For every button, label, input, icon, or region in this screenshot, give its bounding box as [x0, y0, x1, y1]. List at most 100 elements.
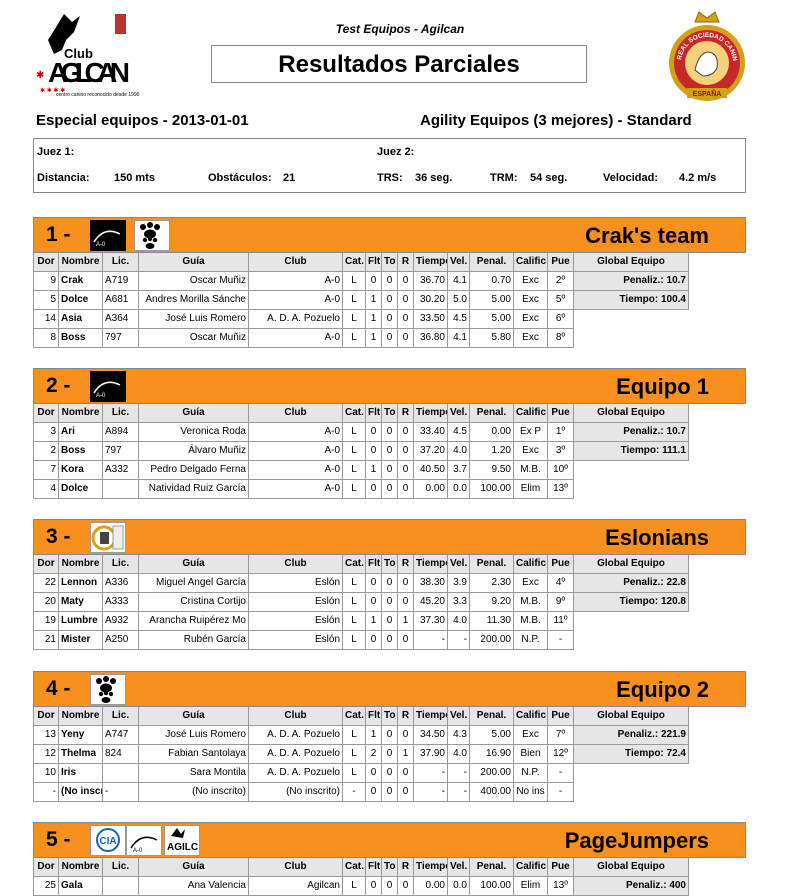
table-cell: 200.00	[469, 763, 514, 783]
column-header: Cat.	[342, 554, 366, 574]
table-row: 19 Lumbre A932 Arancha Ruipérez Mo Eslón L 1 0 1…	[33, 611, 746, 631]
column-header: Guía	[138, 252, 249, 272]
table-cell: Veronica Roda	[138, 422, 249, 442]
team-rank: 2 -	[46, 374, 71, 397]
table-cell: Elim	[513, 876, 548, 896]
column-header: Dor	[33, 857, 59, 877]
table-cell: 5.80	[469, 328, 514, 348]
table-cell: L	[342, 479, 366, 499]
global-penalty: Penaliz.: 10.7	[573, 271, 689, 291]
table-cell: 45.20	[413, 592, 448, 612]
distancia-value: 150 mts	[114, 172, 155, 184]
column-header: To	[381, 706, 398, 726]
column-header: Club	[248, 403, 343, 423]
table-cell: Exc	[513, 309, 548, 329]
team-header-bar: 5 - CIA A-0 AGILC PageJumpers	[33, 822, 746, 858]
table-cell: Lumbre	[58, 611, 103, 631]
table-cell: 4º	[547, 573, 574, 593]
column-header: Pue	[547, 706, 574, 726]
svg-text:✱: ✱	[36, 70, 44, 81]
global-time: Tiempo: 100.4	[573, 290, 689, 310]
column-header: Cat.	[342, 403, 366, 423]
team-name: Equipo 2	[616, 677, 709, 702]
juez2-label: Juez 2:	[377, 146, 415, 158]
table-row: 25 Gala Ana Valencia Agilcan L 0 0 0 0.00 0.0 100.…	[33, 876, 746, 896]
table-cell: 30.20	[413, 290, 448, 310]
table-cell: 0	[397, 725, 414, 745]
table-cell: 0	[397, 573, 414, 593]
column-header: Nombre	[58, 857, 103, 877]
team-header-bar: 2 - A-0 Equipo 1	[33, 368, 746, 404]
table-cell: A681	[102, 290, 139, 310]
table-cell: 400.00	[469, 782, 514, 802]
table-cell: 0	[381, 309, 398, 329]
empty-cell	[573, 763, 689, 783]
column-header: Vel.	[447, 706, 470, 726]
obstaculos-label: Obstáculos:	[208, 172, 272, 184]
column-header: Global Equipo	[573, 706, 689, 726]
table-cell: (No inscrito)	[248, 782, 343, 802]
table-cell: 3º	[547, 441, 574, 461]
table-cell: 0	[365, 479, 382, 499]
table-cell: Exc	[513, 441, 548, 461]
table-cell: 1	[365, 328, 382, 348]
table-cell: 3.9	[447, 573, 470, 593]
obstaculos-value: 21	[283, 172, 296, 184]
table-cell: (No inscrito)	[138, 782, 249, 802]
table-cell: 13º	[547, 479, 574, 499]
table-cell: Iris	[58, 763, 103, 783]
column-header: Global Equipo	[573, 252, 689, 272]
table-cell: A932	[102, 611, 139, 631]
table-cell: 1	[365, 611, 382, 631]
team-name: PageJumpers	[564, 828, 709, 853]
table-cell: 33.50	[413, 309, 448, 329]
table-cell: Pedro Delgado Ferna	[138, 460, 249, 480]
table-cell: 2º	[547, 271, 574, 291]
table-cell: A. D. A. Pozuelo	[248, 309, 343, 329]
table-cell: Gala	[58, 876, 103, 896]
table-cell: 11.30	[469, 611, 514, 631]
global-time: Tiempo: 120.8	[573, 592, 689, 612]
table-cell: 0	[397, 630, 414, 650]
table-cell: 5.00	[469, 309, 514, 329]
table-cell: 0	[381, 328, 398, 348]
column-header: Tiempo	[413, 706, 448, 726]
table-row: 4 Dolce Natividad Ruiz García A-0 L 0 0 0 0.00 0.…	[33, 479, 746, 499]
table-cell: 16.90	[469, 744, 514, 764]
table-cell: 2	[33, 441, 59, 461]
table-cell: 0	[397, 328, 414, 348]
table-row: 3 Ari A894 Veronica Roda A-0 L 0 0 0 33.40 4.5 0.00…	[33, 422, 746, 442]
team-section: 1 - A-0 Crak's team Dor Nombre Lic. Guía Club Ca…	[33, 217, 746, 348]
table-cell: Crak	[58, 271, 103, 291]
svg-text:A-0: A-0	[96, 393, 106, 399]
svg-text:CIA: CIA	[99, 836, 116, 847]
table-cell: -	[33, 782, 59, 802]
column-header: Penal.	[469, 252, 514, 272]
team-name: Equipo 1	[616, 374, 709, 399]
page-title: Resultados Parciales	[211, 45, 587, 83]
table-cell: 5.00	[469, 290, 514, 310]
table-cell: A-0	[248, 290, 343, 310]
column-header: Pue	[547, 554, 574, 574]
team-header-bar: 3 - Eslonians	[33, 519, 746, 555]
table-row: 14 Asia A364 José Luis Romero A. D. A. Pozue…	[33, 309, 746, 329]
table-cell: A-0	[248, 422, 343, 442]
table-cell	[102, 876, 139, 896]
table-cell: 8º	[547, 328, 574, 348]
table-cell: 0	[381, 441, 398, 461]
global-penalty: Penaliz.: 22.8	[573, 573, 689, 593]
team-name: Crak's team	[585, 223, 709, 248]
trm-value: 54 seg.	[530, 172, 568, 184]
round-heading: Agility Equipos (3 mejores) - Standard	[420, 112, 692, 129]
table-cell: L	[342, 611, 366, 631]
table-cell: 3.3	[447, 592, 470, 612]
table-cell: 0	[397, 422, 414, 442]
team-section: 2 - A-0 Equipo 1 Dor Nombre Lic. Guía Club Cat. F…	[33, 368, 746, 499]
table-cell: L	[342, 573, 366, 593]
table-cell: 4.5	[447, 309, 470, 329]
table-cell: 0.0	[447, 876, 470, 896]
competition-heading: Especial equipos - 2013-01-01	[36, 112, 249, 129]
table-cell: Asia	[58, 309, 103, 329]
table-cell: 0	[397, 592, 414, 612]
column-header: R	[397, 554, 414, 574]
